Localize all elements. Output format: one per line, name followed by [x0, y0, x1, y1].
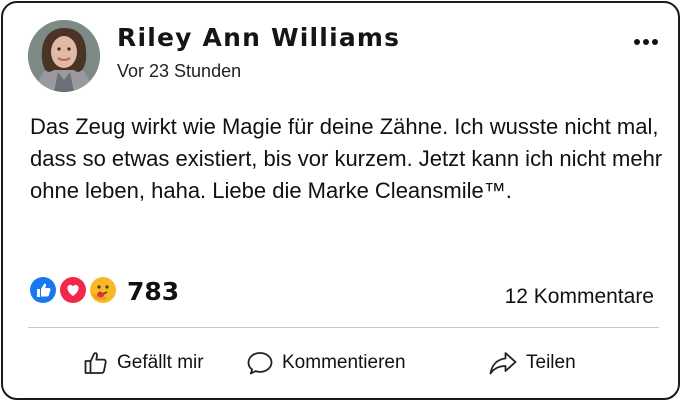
like-button[interactable]: Gefällt mir: [83, 346, 204, 380]
post-timestamp[interactable]: Vor 23 Stunden: [117, 61, 241, 82]
share-label: Teilen: [526, 352, 576, 373]
like-label: Gefällt mir: [117, 352, 204, 373]
share-button[interactable]: Teilen: [488, 346, 576, 380]
reaction-count[interactable]: 783: [127, 277, 179, 306]
divider: [28, 327, 659, 328]
comments-count-link[interactable]: 12 Kommentare: [505, 285, 654, 309]
avatar[interactable]: [28, 20, 100, 92]
post-card: Riley Ann Williams Vor 23 Stunden Das Ze…: [1, 1, 680, 400]
author-name[interactable]: Riley Ann Williams: [117, 23, 400, 52]
care-icon: [88, 275, 118, 305]
share-arrow-icon: [489, 352, 517, 375]
more-options-icon[interactable]: [630, 29, 662, 53]
reaction-icons[interactable]: [28, 275, 124, 307]
thumbs-up-icon: [84, 352, 107, 374]
comment-bubble-icon: [247, 352, 273, 375]
like-icon: [28, 275, 58, 305]
comment-button[interactable]: Kommentieren: [246, 346, 406, 380]
love-icon: [58, 275, 88, 305]
comment-label: Kommentieren: [282, 352, 406, 373]
post-text: Das Zeug wirkt wie Magie für deine Zähne…: [30, 114, 663, 203]
